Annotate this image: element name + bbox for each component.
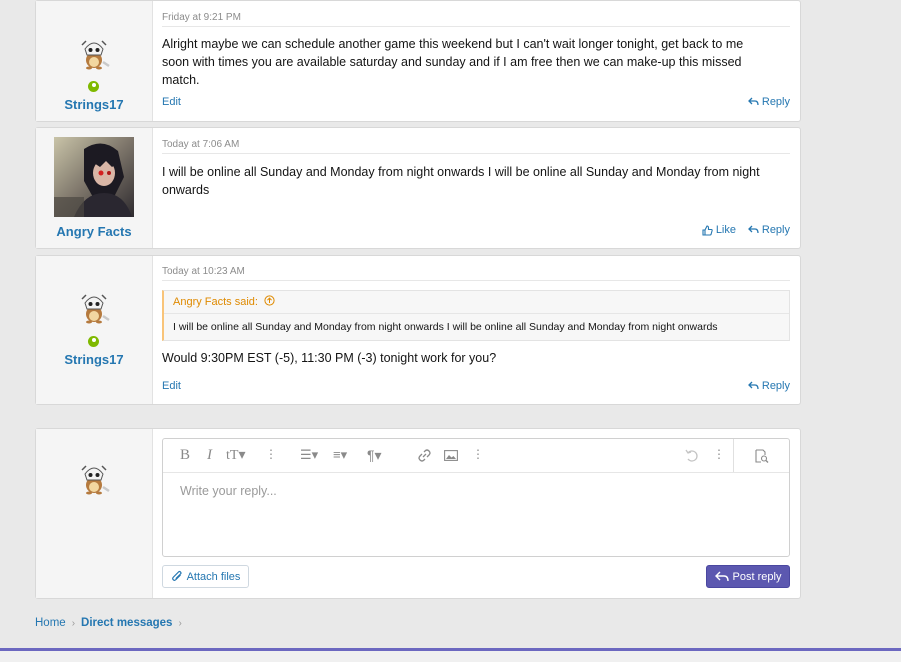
angry-facts-avatar[interactable] xyxy=(54,137,134,217)
align-icon[interactable]: ≡▾ xyxy=(333,447,347,463)
edit-label: Edit xyxy=(162,96,181,108)
bold-icon[interactable]: B xyxy=(180,447,190,464)
reply-content: B I tT▾ ⋮ ☰▾ ≡▾ ¶▾ ⋮ ⋮ Write your reply.… xyxy=(153,429,800,598)
image-icon[interactable] xyxy=(444,450,458,461)
thumbs-up-icon xyxy=(702,224,713,236)
divider xyxy=(162,153,790,154)
cubone-avatar-icon[interactable] xyxy=(76,35,112,71)
more-options-icon[interactable]: ⋮ xyxy=(265,447,277,461)
reply-button[interactable]: Reply xyxy=(747,224,790,236)
message-3: Strings17 Today at 10:23 AM Angry Facts … xyxy=(35,255,801,405)
breadcrumb: Home › Direct messages › xyxy=(35,617,182,629)
message-user-column: Strings17 xyxy=(36,1,153,121)
message-timestamp[interactable]: Today at 7:06 AM xyxy=(162,139,239,150)
edit-label: Edit xyxy=(162,380,181,392)
attach-files-label: Attach files xyxy=(186,570,241,583)
username[interactable]: Strings17 xyxy=(36,352,152,367)
post-reply-button[interactable]: Post reply xyxy=(706,565,790,588)
preview-button[interactable] xyxy=(733,439,789,472)
italic-icon[interactable]: I xyxy=(207,447,212,464)
reply-button[interactable]: Reply xyxy=(747,380,790,392)
editor-toolbar: B I tT▾ ⋮ ☰▾ ≡▾ ¶▾ ⋮ ⋮ xyxy=(163,439,789,473)
reply-editor[interactable]: B I tT▾ ⋮ ☰▾ ≡▾ ¶▾ ⋮ ⋮ Write your reply.… xyxy=(162,438,790,557)
reply-icon xyxy=(714,571,729,582)
message-user-column xyxy=(36,429,153,598)
divider xyxy=(162,280,790,281)
quote-jump-icon[interactable] xyxy=(264,295,275,306)
post-reply-label: Post reply xyxy=(732,570,782,583)
attach-files-button[interactable]: Attach files xyxy=(162,565,249,588)
message-content: Today at 10:23 AM Angry Facts said: I wi… xyxy=(153,256,800,404)
link-icon[interactable] xyxy=(417,449,432,462)
paragraph-icon[interactable]: ¶▾ xyxy=(367,447,382,464)
message-content: Today at 7:06 AM I will be online all Su… xyxy=(153,128,800,248)
more-options-icon[interactable]: ⋮ xyxy=(713,447,725,461)
edit-button[interactable]: Edit xyxy=(162,380,181,392)
message-1: Strings17 Friday at 9:21 PM Alright mayb… xyxy=(35,0,801,122)
message-body: I will be online all Sunday and Monday f… xyxy=(162,165,760,197)
message-2: Angry Facts Today at 7:06 AM I will be o… xyxy=(35,127,801,249)
reply-label: Reply xyxy=(761,96,790,108)
reply-icon xyxy=(747,97,759,106)
message-body: Alright maybe we can schedule another ga… xyxy=(162,37,744,87)
reply-icon xyxy=(747,225,759,234)
divider xyxy=(162,26,790,27)
username[interactable]: Strings17 xyxy=(36,97,152,112)
message-user-column: Strings17 xyxy=(36,256,153,404)
quick-reply-block: B I tT▾ ⋮ ☰▾ ≡▾ ¶▾ ⋮ ⋮ Write your reply.… xyxy=(35,428,801,599)
chevron-right-icon: › xyxy=(71,617,76,629)
undo-icon[interactable] xyxy=(685,449,699,462)
reply-icon xyxy=(747,381,759,390)
paperclip-icon xyxy=(171,570,182,581)
online-status-icon xyxy=(88,81,99,92)
like-button[interactable]: Like xyxy=(702,224,736,236)
reply-input-placeholder[interactable]: Write your reply... xyxy=(180,484,277,498)
text-size-icon[interactable]: tT▾ xyxy=(226,447,245,464)
more-options-icon[interactable]: ⋮ xyxy=(472,447,484,461)
message-body: Would 9:30PM EST (-5), 11:30 PM (-3) ton… xyxy=(162,351,497,365)
preview-icon xyxy=(755,449,769,463)
breadcrumb-home[interactable]: Home xyxy=(35,617,66,629)
quote-header[interactable]: Angry Facts said: xyxy=(164,291,789,314)
list-icon[interactable]: ☰▾ xyxy=(300,447,318,463)
reply-label: Reply xyxy=(761,224,790,236)
message-timestamp[interactable]: Friday at 9:21 PM xyxy=(162,12,241,23)
quote-block: Angry Facts said: I will be online all S… xyxy=(162,290,790,341)
username[interactable]: Angry Facts xyxy=(36,224,152,239)
reply-button[interactable]: Reply xyxy=(747,96,790,108)
chevron-right-icon: › xyxy=(178,617,182,629)
reply-label: Reply xyxy=(761,380,790,392)
message-user-column: Angry Facts xyxy=(36,128,153,248)
like-label: Like xyxy=(715,224,736,236)
cubone-avatar-icon[interactable] xyxy=(76,460,112,496)
quote-author: Angry Facts said: xyxy=(173,296,258,308)
footer-strip xyxy=(0,651,901,662)
message-content: Friday at 9:21 PM Alright maybe we can s… xyxy=(153,1,800,121)
breadcrumb-direct-messages[interactable]: Direct messages xyxy=(81,617,172,629)
cubone-avatar-icon[interactable] xyxy=(76,289,112,325)
online-status-icon xyxy=(88,336,99,347)
message-timestamp[interactable]: Today at 10:23 AM xyxy=(162,266,245,277)
edit-button[interactable]: Edit xyxy=(162,96,181,108)
quote-text: I will be online all Sunday and Monday f… xyxy=(173,321,718,333)
